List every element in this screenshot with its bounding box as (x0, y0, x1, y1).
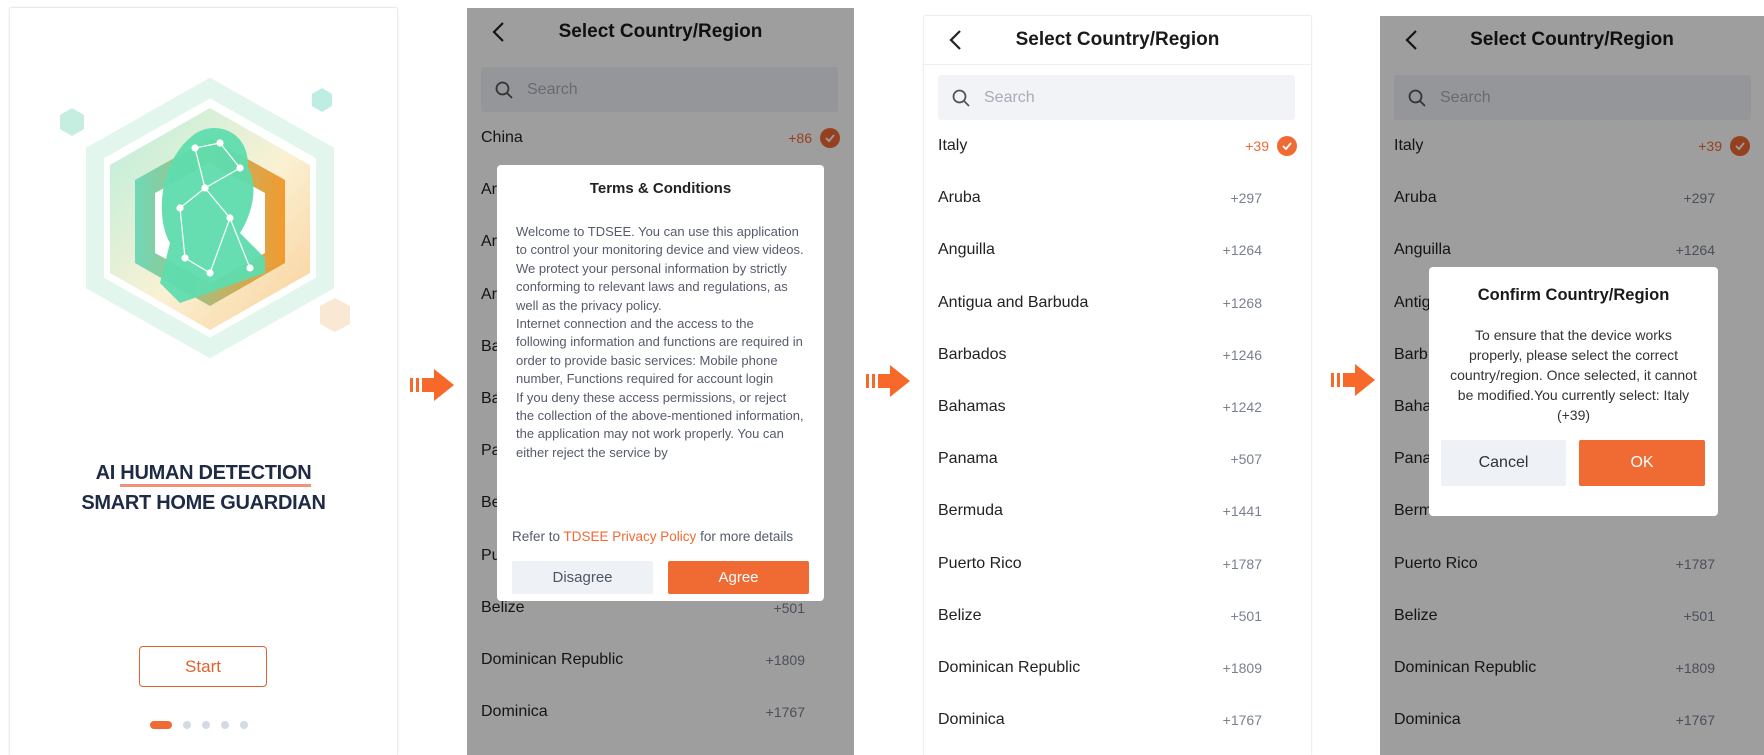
country-code: +1787 (1222, 555, 1262, 572)
page-title: Select Country/Region (1015, 29, 1220, 50)
country-name: Panama (938, 450, 998, 468)
country-name: Belize (938, 606, 982, 624)
dialog-message: To ensure that the device works properly… (1450, 327, 1697, 423)
slogan-highlight: HUMAN DETECTION (120, 462, 312, 487)
country-name: Italy (938, 137, 968, 155)
search-placeholder: Search (984, 88, 1035, 106)
country-name: Dominica (938, 711, 1005, 729)
flow-arrow-icon (1331, 362, 1375, 398)
country-code: +1242 (1222, 399, 1262, 416)
country-row[interactable]: Dominica +1767 (924, 694, 1311, 746)
country-code: +1441 (1222, 503, 1262, 520)
country-name: Puerto Rico (938, 554, 1022, 572)
confirm-screen: Select Country/Region Search Italy +39 A… (1380, 16, 1764, 755)
country-select-screen: Select Country/Region Search Italy +39 A… (924, 16, 1311, 755)
country-code: +1264 (1222, 242, 1262, 259)
back-icon[interactable] (946, 28, 966, 52)
flow-arrow-icon (866, 363, 910, 399)
terms-paragraph: Welcome to TDSEE. You can use this appli… (516, 224, 804, 258)
country-name: Aruba (938, 189, 981, 207)
country-row[interactable]: Antigua and Barbuda +1268 (924, 277, 1311, 329)
country-code-value: +39 (1245, 138, 1269, 155)
flow-arrow-icon (410, 367, 454, 403)
country-row[interactable]: Bermuda +1441 (924, 485, 1311, 537)
slogan-line-2: SMART HOME GUARDIAN (81, 492, 326, 514)
ai-face-illustration (60, 68, 360, 388)
country-code: +1767 (1222, 712, 1262, 729)
country-row[interactable]: Bahamas +1242 (924, 381, 1311, 433)
confirm-dialog: Confirm Country/Region To ensure that th… (1429, 267, 1718, 516)
country-code: +1809 (1222, 659, 1262, 676)
terms-paragraph: If you deny these access permissions, or… (516, 389, 804, 460)
page-dot (240, 721, 248, 729)
country-code: +39 (1245, 136, 1297, 157)
slogan-line-1: AI HUMAN DETECTION (10, 462, 397, 487)
country-name: Dominican Republic (938, 658, 1081, 676)
country-row[interactable]: Aruba +297 (924, 172, 1311, 224)
country-row[interactable]: Puerto Rico +1787 (924, 538, 1311, 590)
country-name: Anguilla (938, 241, 995, 259)
country-code: +501 (1230, 607, 1262, 624)
country-row[interactable]: Barbados +1246 (924, 329, 1311, 381)
country-code: +507 (1230, 451, 1262, 468)
country-name: Barbados (938, 345, 1007, 363)
ref-suffix: for more details (696, 529, 794, 544)
start-button[interactable]: Start (139, 646, 267, 687)
country-code: +297 (1230, 190, 1262, 207)
ref-prefix: Refer to (512, 529, 564, 544)
ok-button[interactable]: OK (1579, 440, 1705, 486)
page-dot-active (150, 721, 172, 729)
terms-dialog: Terms & Conditions Welcome to TDSEE. You… (497, 165, 824, 601)
page-indicator (150, 721, 248, 729)
slogan-prefix: AI (95, 462, 121, 484)
check-icon (1277, 136, 1297, 157)
terms-paragraph: We protect your personal information by … (516, 260, 788, 313)
country-code: +1246 (1222, 346, 1262, 363)
country-row[interactable]: Panama +507 (924, 433, 1311, 485)
page-dot (183, 721, 191, 729)
terms-text[interactable]: Welcome to TDSEE. You can use this appli… (516, 223, 806, 499)
country-row[interactable]: Belize +501 (924, 590, 1311, 642)
country-list: Italy +39 Aruba +297 Anguilla +1264 Antigu… (924, 120, 1311, 746)
search-input[interactable]: Search (938, 75, 1295, 120)
country-row-selected[interactable]: Italy +39 (924, 120, 1311, 172)
cancel-button[interactable]: Cancel (1441, 440, 1566, 486)
dialog-title: Confirm Country/Region (1477, 286, 1670, 304)
terms-screen: Select Country/Region Search China +86 A… (467, 8, 854, 755)
privacy-policy-link[interactable]: TDSEE Privacy Policy (564, 529, 697, 544)
agree-button[interactable]: Agree (668, 561, 809, 594)
country-row[interactable]: Dominican Republic +1809 (924, 642, 1311, 694)
disagree-button[interactable]: Disagree (512, 561, 653, 594)
nav-bar: Select Country/Region (924, 16, 1311, 65)
page-dot (202, 721, 210, 729)
terms-paragraph: Internet connection and the access to th… (516, 316, 803, 387)
privacy-reference: Refer to TDSEE Privacy Policy for more d… (512, 529, 793, 544)
country-code: +1268 (1222, 294, 1262, 311)
page-dot (221, 721, 229, 729)
country-name: Bahamas (938, 398, 1006, 416)
dialog-title: Terms & Conditions (589, 180, 732, 197)
country-row[interactable]: Anguilla +1264 (924, 224, 1311, 276)
country-name: Antigua and Barbuda (938, 293, 1089, 311)
country-name: Bermuda (938, 502, 1003, 520)
welcome-screen: AI HUMAN DETECTION SMART HOME GUARDIAN S… (10, 8, 397, 755)
search-icon (952, 89, 970, 107)
